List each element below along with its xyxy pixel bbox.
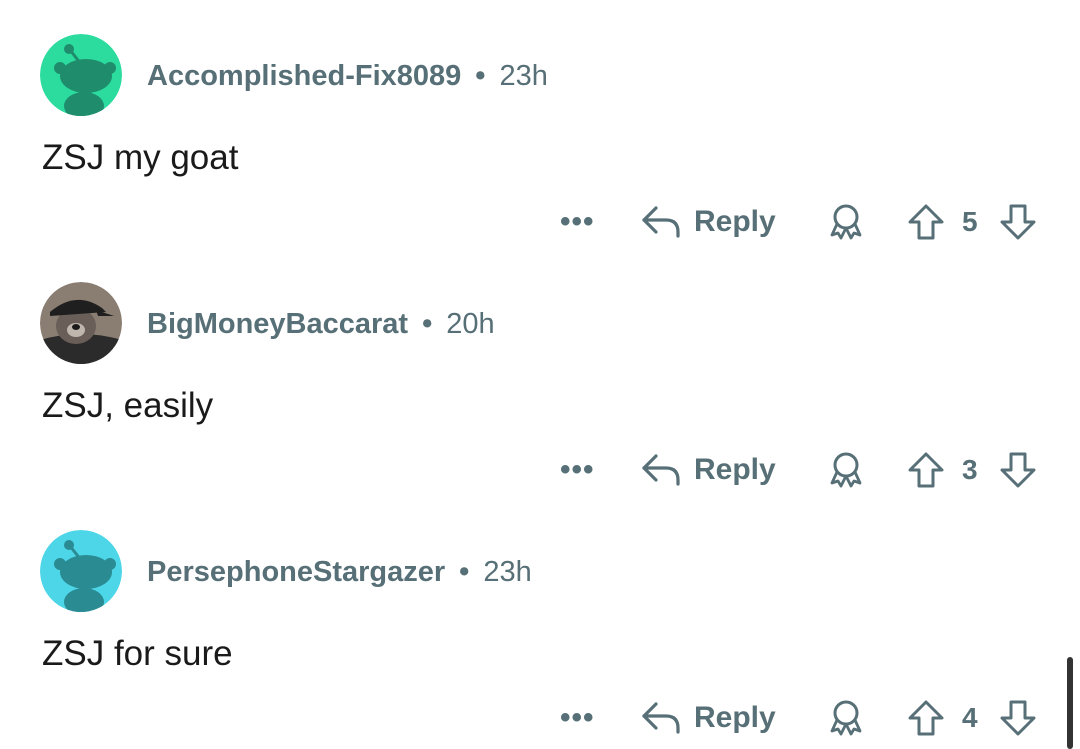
- reply-button[interactable]: Reply: [640, 696, 776, 740]
- comment-body: ZSJ for sure: [42, 634, 233, 673]
- award-icon: [830, 452, 862, 488]
- avatar[interactable]: [40, 34, 122, 116]
- reply-arrow-icon: [642, 206, 680, 238]
- comment: Accomplished-Fix8089 • 23h ZSJ my goat •…: [0, 0, 1080, 248]
- meta-separator: •: [459, 555, 470, 588]
- more-options-button[interactable]: •••: [560, 448, 595, 492]
- upvote-arrow-icon: [908, 700, 944, 736]
- upvote-arrow-icon: [908, 452, 944, 488]
- award-button[interactable]: [826, 696, 866, 740]
- reply-arrow-icon: [642, 702, 680, 734]
- downvote-button[interactable]: [998, 200, 1038, 244]
- downvote-button[interactable]: [998, 448, 1038, 492]
- reply-button[interactable]: Reply: [640, 448, 776, 492]
- downvote-arrow-icon: [1000, 700, 1036, 736]
- vote-score: 4: [962, 702, 978, 733]
- comment: PersephoneStargazer • 23h ZSJ for sure •…: [0, 496, 1080, 744]
- comment-body: ZSJ, easily: [42, 386, 214, 425]
- snoo-avatar-icon: [40, 530, 122, 612]
- reply-label: Reply: [694, 205, 776, 238]
- downvote-arrow-icon: [1000, 204, 1036, 240]
- reply-label: Reply: [694, 453, 776, 486]
- comment-meta: BigMoneyBaccarat • 20h: [147, 304, 495, 344]
- timestamp: 23h: [483, 555, 532, 588]
- more-options-button[interactable]: •••: [560, 696, 595, 740]
- award-button[interactable]: [826, 200, 866, 244]
- username[interactable]: PersephoneStargazer: [147, 556, 445, 589]
- vote-score: 3: [962, 454, 978, 485]
- comment-actions: ••• Reply 5: [0, 200, 1080, 244]
- comment-meta: Accomplished-Fix8089 • 23h: [147, 56, 548, 96]
- timestamp: 20h: [446, 307, 495, 340]
- vote-score: 5: [962, 206, 978, 237]
- dog-photo-avatar-icon: [40, 282, 122, 364]
- upvote-arrow-icon: [908, 204, 944, 240]
- meta-separator: •: [475, 59, 486, 92]
- upvote-button[interactable]: [906, 448, 946, 492]
- award-icon: [830, 700, 862, 736]
- meta-separator: •: [422, 307, 433, 340]
- reply-button[interactable]: Reply: [640, 200, 776, 244]
- award-button[interactable]: [826, 448, 866, 492]
- comment-actions: ••• Reply 3: [0, 448, 1080, 492]
- comment: BigMoneyBaccarat • 20h ZSJ, easily ••• R…: [0, 248, 1080, 496]
- snoo-avatar-icon: [40, 34, 122, 116]
- avatar[interactable]: [40, 282, 122, 364]
- scrollbar[interactable]: [1067, 657, 1073, 749]
- comment-actions: ••• Reply 4: [0, 696, 1080, 740]
- comment-body: ZSJ my goat: [42, 138, 239, 177]
- downvote-arrow-icon: [1000, 452, 1036, 488]
- reply-label: Reply: [694, 701, 776, 734]
- upvote-button[interactable]: [906, 200, 946, 244]
- username[interactable]: Accomplished-Fix8089: [147, 60, 461, 93]
- avatar[interactable]: [40, 530, 122, 612]
- upvote-button[interactable]: [906, 696, 946, 740]
- timestamp: 23h: [499, 59, 548, 92]
- username[interactable]: BigMoneyBaccarat: [147, 308, 408, 341]
- reply-arrow-icon: [642, 454, 680, 486]
- more-options-button[interactable]: •••: [560, 200, 595, 244]
- comment-meta: PersephoneStargazer • 23h: [147, 552, 532, 592]
- downvote-button[interactable]: [998, 696, 1038, 740]
- award-icon: [830, 204, 862, 240]
